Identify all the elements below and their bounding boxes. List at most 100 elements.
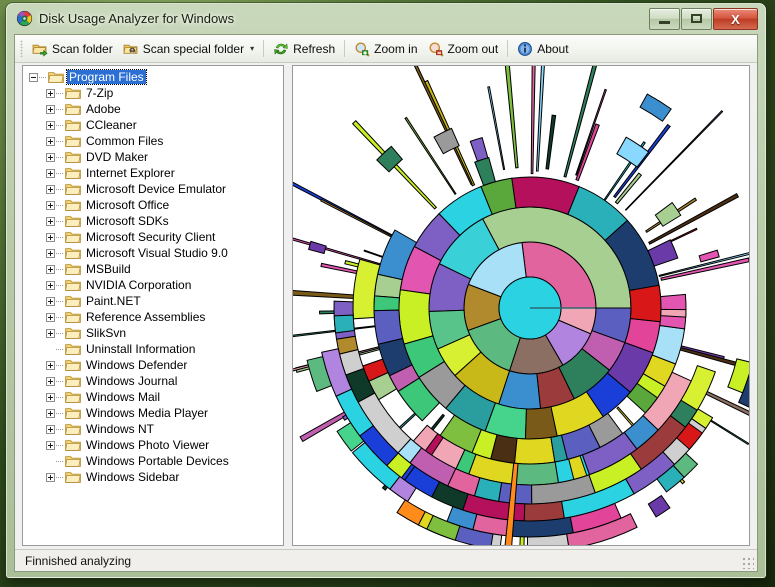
client-area: Scan folder Scan special folder ▾ Refresh Zo…	[14, 34, 758, 572]
expand-node-icon[interactable]	[46, 184, 55, 194]
expand-node-icon[interactable]	[46, 408, 55, 418]
toolbar-button-zoom-out[interactable]: Zoom out	[423, 38, 504, 59]
sunburst-thin-slice[interactable]	[530, 66, 536, 175]
folder-icon	[65, 167, 81, 180]
tree-node[interactable]: MSBuild	[23, 261, 283, 277]
tree-node[interactable]: Windows Media Player	[23, 405, 283, 421]
tree-node[interactable]: 7-Zip	[23, 85, 283, 101]
sunburst-chart[interactable]	[293, 66, 750, 546]
sunburst-slice-l4[interactable]	[647, 239, 679, 267]
expand-node-icon[interactable]	[46, 264, 55, 274]
tree-node[interactable]: Windows Defender	[23, 357, 283, 373]
tree-node[interactable]: Program Files	[23, 69, 283, 85]
app-icon	[16, 10, 33, 27]
tree-node[interactable]: Microsoft Office	[23, 197, 283, 213]
tree-node[interactable]: Windows Portable Devices	[23, 453, 283, 469]
scan-folder-icon	[32, 41, 48, 57]
tree-node[interactable]: Windows Photo Viewer	[23, 437, 283, 453]
folder-tree-panel[interactable]: Program Files 7-Zip Adobe CCleaner Common Fi…	[22, 65, 284, 546]
tree-node[interactable]: SlikSvn	[23, 325, 283, 341]
expand-node-icon[interactable]	[46, 280, 55, 290]
sunburst-slice-l9[interactable]	[639, 93, 672, 122]
sunburst-slice-l9[interactable]	[647, 494, 671, 518]
expand-node-icon[interactable]	[46, 88, 55, 98]
expand-node-icon[interactable]	[46, 360, 55, 370]
resize-grip-icon[interactable]	[741, 556, 754, 569]
expand-node-icon[interactable]	[46, 168, 55, 178]
sunburst-slice-l8[interactable]	[308, 240, 327, 255]
expand-node-icon[interactable]	[46, 312, 55, 322]
expand-node-icon[interactable]	[46, 136, 55, 146]
sunburst-slice-l6[interactable]	[333, 314, 355, 334]
tree-node[interactable]: Microsoft Visual Studio 9.0	[23, 245, 283, 261]
expand-node-icon[interactable]	[46, 216, 55, 226]
sunburst-chart-panel[interactable]	[292, 65, 750, 546]
sunburst-thin-slice[interactable]	[575, 123, 600, 182]
expand-node-icon[interactable]	[46, 248, 55, 258]
toolbar-button-about[interactable]: About	[512, 38, 573, 59]
expand-node-icon[interactable]	[46, 328, 55, 338]
sunburst-thin-slice[interactable]	[293, 164, 409, 246]
sunburst-slice-l4[interactable]	[474, 156, 496, 187]
tree-node[interactable]: Windows Mail	[23, 389, 283, 405]
sunburst-slice-l9[interactable]	[490, 533, 503, 546]
tree-node[interactable]: Microsoft Device Emulator	[23, 181, 283, 197]
tree-node[interactable]: Microsoft Security Client	[23, 229, 283, 245]
tree-node[interactable]: Common Files	[23, 133, 283, 149]
close-button[interactable]: X	[713, 8, 758, 30]
sunburst-thin-slice[interactable]	[545, 114, 557, 170]
sunburst-slice-l3[interactable]	[398, 289, 434, 345]
sunburst-slice-l3[interactable]	[628, 284, 662, 323]
sunburst-slice-l4[interactable]	[660, 308, 687, 318]
tree-node[interactable]: Windows Sidebar	[23, 469, 283, 485]
tree-node[interactable]: Windows NT	[23, 421, 283, 437]
tree-node-label: Reference Assemblies	[86, 310, 206, 324]
expand-node-icon[interactable]	[46, 440, 55, 450]
expand-node-icon[interactable]	[46, 392, 55, 402]
collapse-node-icon[interactable]	[29, 72, 38, 82]
tree-node[interactable]: Internet Explorer	[23, 165, 283, 181]
sunburst-thin-slice[interactable]	[504, 66, 519, 169]
toolbar-button-refresh[interactable]: Refresh	[268, 38, 340, 59]
tree-node[interactable]: Reference Assemblies	[23, 309, 283, 325]
toolbar-grip[interactable]	[20, 40, 23, 57]
expand-node-icon[interactable]	[46, 424, 55, 434]
expand-node-icon[interactable]	[46, 376, 55, 386]
chevron-down-icon[interactable]: ▾	[250, 44, 254, 53]
tree-node[interactable]: Paint.NET	[23, 293, 283, 309]
sunburst-slice-l4[interactable]	[514, 436, 556, 465]
sunburst-slice-l7[interactable]	[523, 500, 565, 522]
tree-node[interactable]: Uninstall Information	[23, 341, 283, 357]
maximize-button[interactable]	[681, 8, 712, 30]
tree-node[interactable]: Windows Journal	[23, 373, 283, 389]
tree-node[interactable]: DVD Maker	[23, 149, 283, 165]
expand-node-icon[interactable]	[46, 296, 55, 306]
toolbar-button-zoom-in[interactable]: Zoom in	[349, 38, 422, 59]
tree-node-label: Common Files	[86, 134, 164, 148]
sunburst-slice-l6[interactable]	[698, 249, 720, 263]
tree-connector	[56, 348, 64, 350]
sunburst-thin-slice[interactable]	[575, 88, 607, 176]
sunburst-thin-slice[interactable]	[487, 86, 506, 171]
toolbar-button-scan-folder[interactable]: Scan folder	[27, 38, 118, 59]
expand-node-icon[interactable]	[46, 232, 55, 242]
sunburst-slice-l5[interactable]	[469, 136, 489, 162]
sunburst-thin-slice[interactable]	[535, 66, 546, 172]
expand-node-icon[interactable]	[46, 200, 55, 210]
tree-connector	[56, 380, 64, 382]
expand-node-icon[interactable]	[46, 120, 55, 130]
sunburst-slice-l4[interactable]	[373, 295, 400, 312]
tree-node[interactable]: CCleaner	[23, 117, 283, 133]
expand-node-icon[interactable]	[46, 104, 55, 114]
tree-node[interactable]: Adobe	[23, 101, 283, 117]
sunburst-slice-l5[interactable]	[513, 461, 560, 486]
toolbar-button-scan-special-folder[interactable]: Scan special folder ▾	[118, 38, 259, 59]
minimize-button[interactable]	[649, 8, 680, 30]
sunburst-thin-slice[interactable]	[660, 257, 749, 281]
expand-node-icon[interactable]	[46, 472, 55, 482]
expand-node-icon[interactable]	[46, 152, 55, 162]
tree-node[interactable]: Microsoft SDKs	[23, 213, 283, 229]
folder-icon	[65, 199, 81, 212]
tree-node[interactable]: NVIDIA Corporation	[23, 277, 283, 293]
tree-connector	[56, 460, 64, 462]
